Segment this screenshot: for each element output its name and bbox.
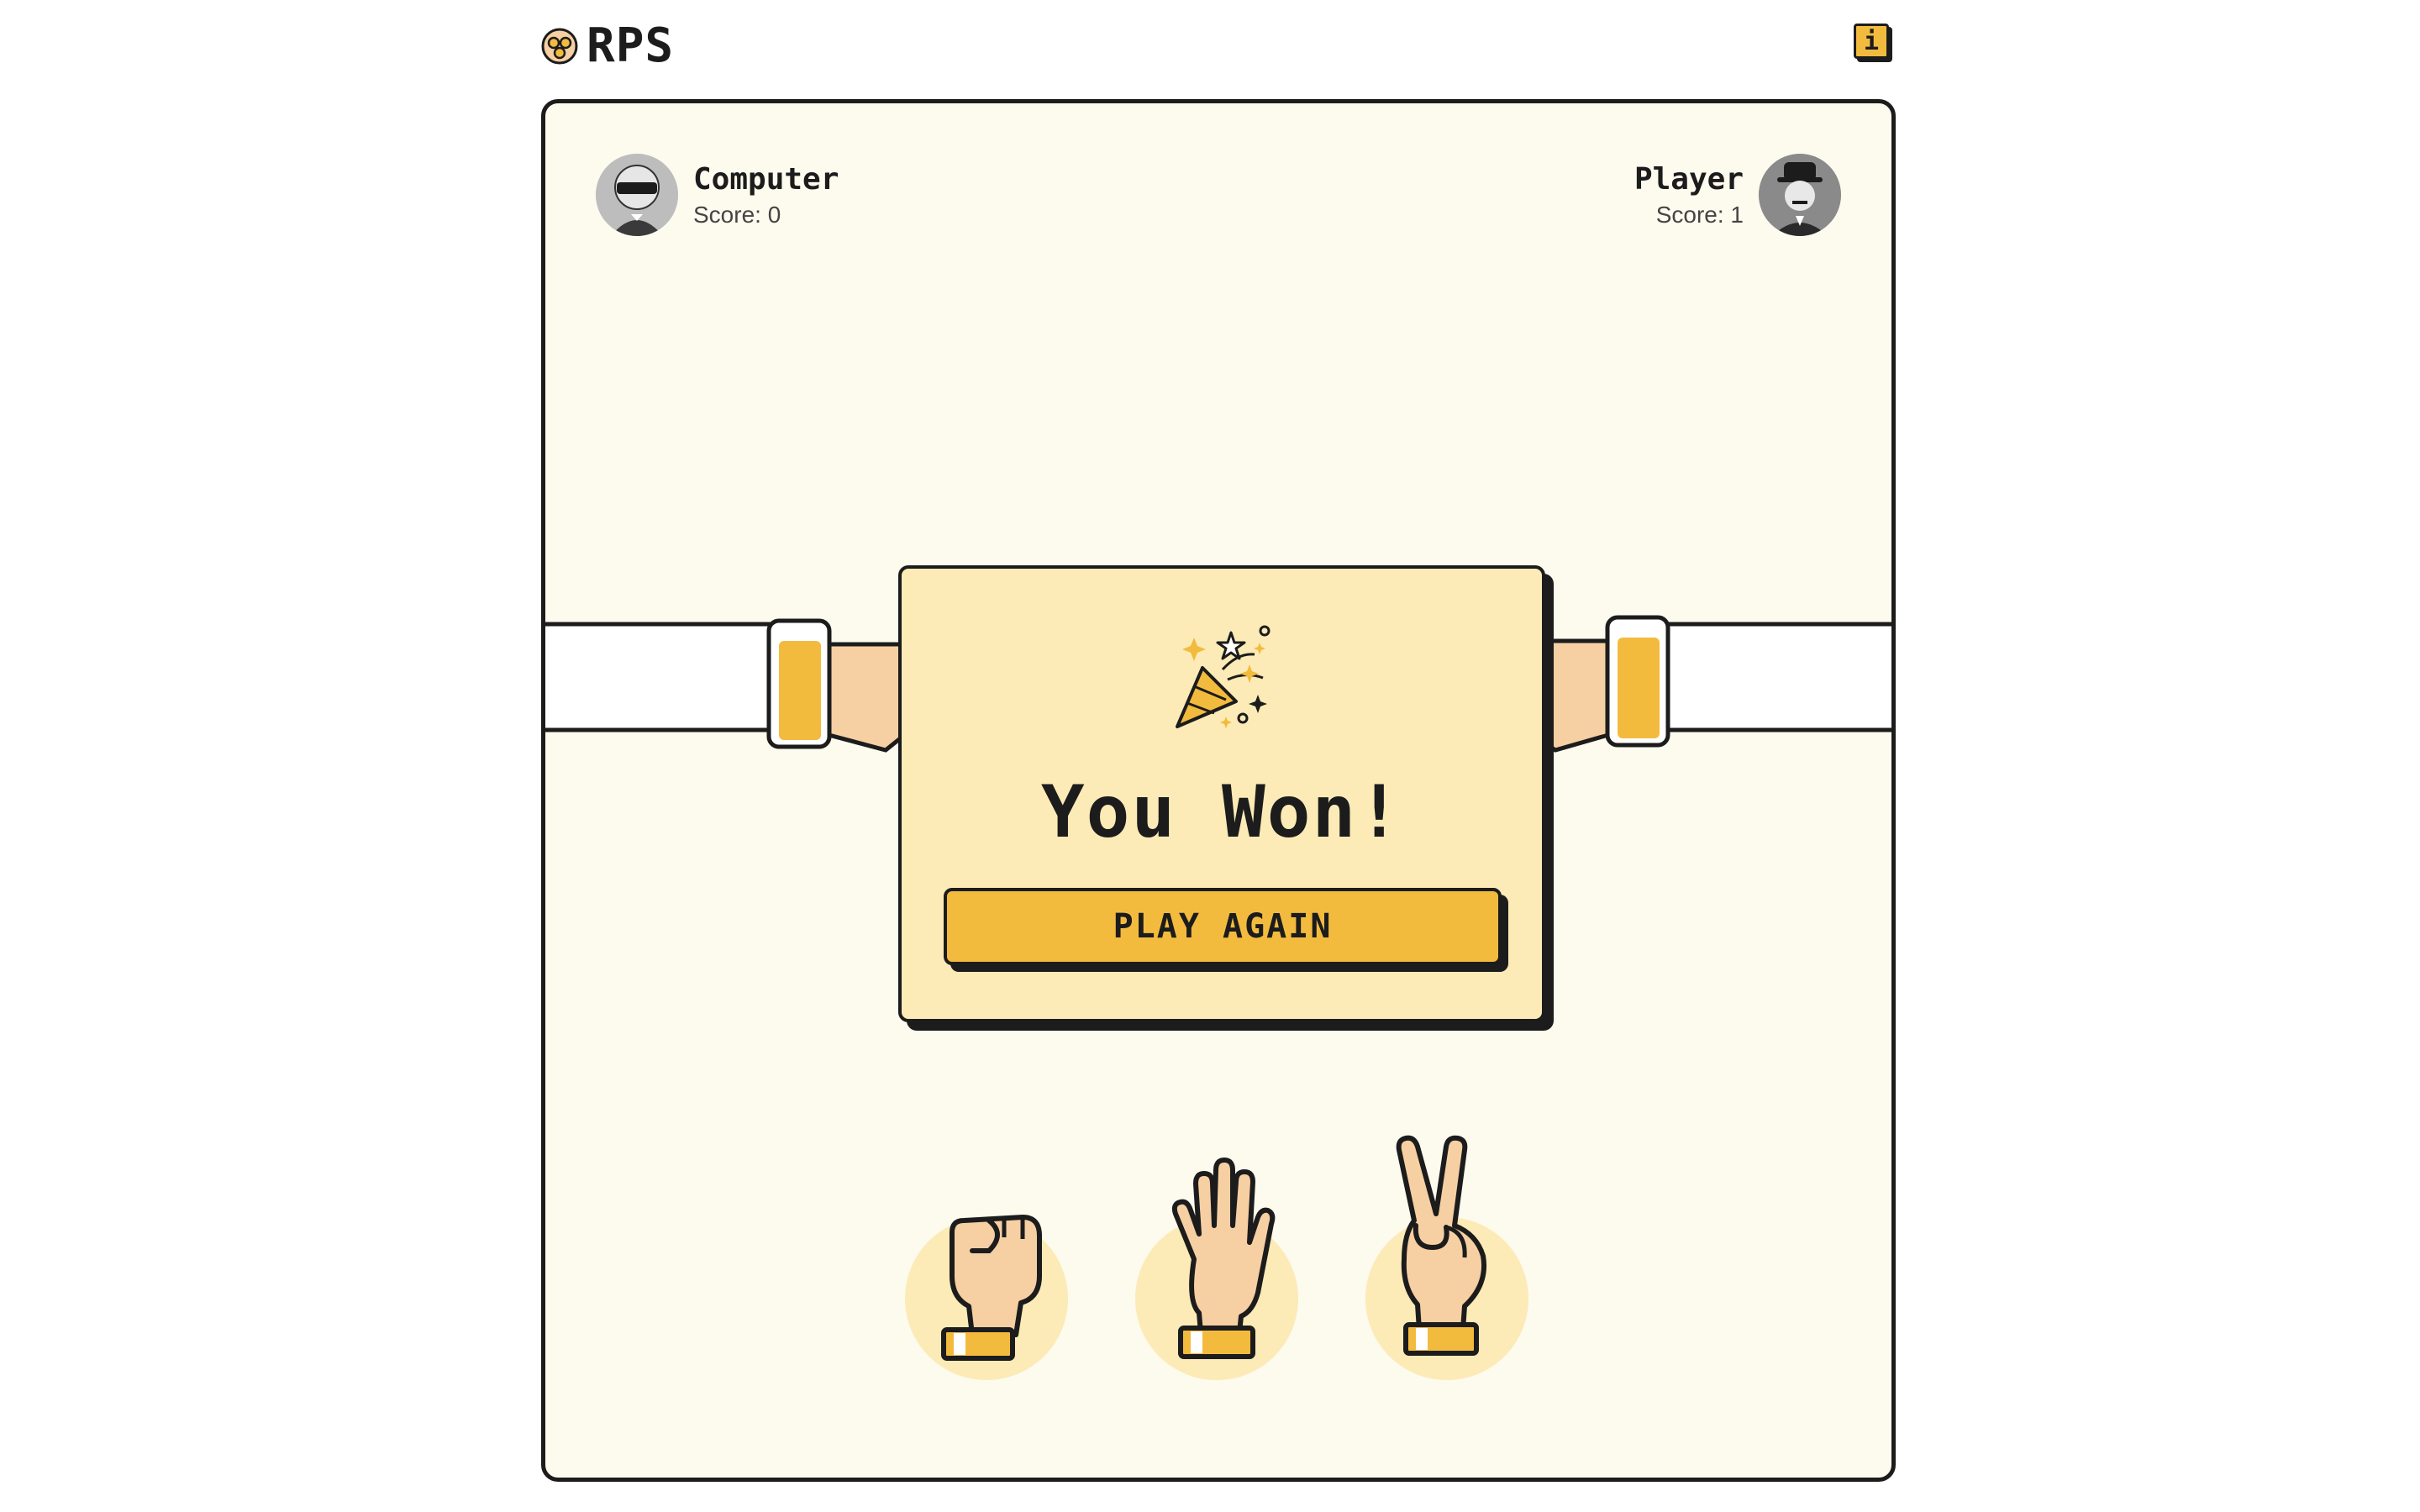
player-score: Score: 1 (1655, 201, 1744, 228)
app-title: RPS (587, 18, 675, 73)
game-page: RPS i Computer Score: 0 Player Score: 1 … (0, 0, 2420, 1512)
open-hand-icon (1171, 1158, 1276, 1359)
choice-scissors[interactable] (1365, 1135, 1528, 1380)
app-logo[interactable]: RPS (538, 18, 674, 73)
rock-paper-scissors-hands-icon (541, 28, 578, 64)
choice-rock[interactable] (905, 1215, 1068, 1380)
play-again-button[interactable]: PLAY AGAIN (944, 888, 1502, 965)
robot-avatar (596, 154, 678, 236)
player-card: Player Score: 1 (1634, 154, 1841, 236)
player-hand (1505, 607, 1891, 759)
info-icon: i (1863, 26, 1880, 56)
party-popper-icon (1176, 625, 1270, 728)
peace-hand-icon (1396, 1135, 1486, 1356)
result-modal: You Won! PLAY AGAIN (898, 565, 1545, 1022)
info-button[interactable]: i (1854, 24, 1889, 59)
game-board: Computer Score: 0 Player Score: 1 You Wo… (541, 99, 1896, 1482)
computer-name: Computer (693, 161, 839, 197)
computer-hand (545, 607, 932, 759)
fist-icon (941, 1215, 1042, 1361)
choice-paper[interactable] (1135, 1158, 1298, 1380)
player-name: Player (1634, 161, 1744, 197)
gentleman-avatar (1759, 154, 1841, 236)
computer-card: Computer Score: 0 (596, 154, 839, 236)
computer-score: Score: 0 (693, 201, 781, 228)
result-heading: You Won! (1040, 770, 1403, 854)
